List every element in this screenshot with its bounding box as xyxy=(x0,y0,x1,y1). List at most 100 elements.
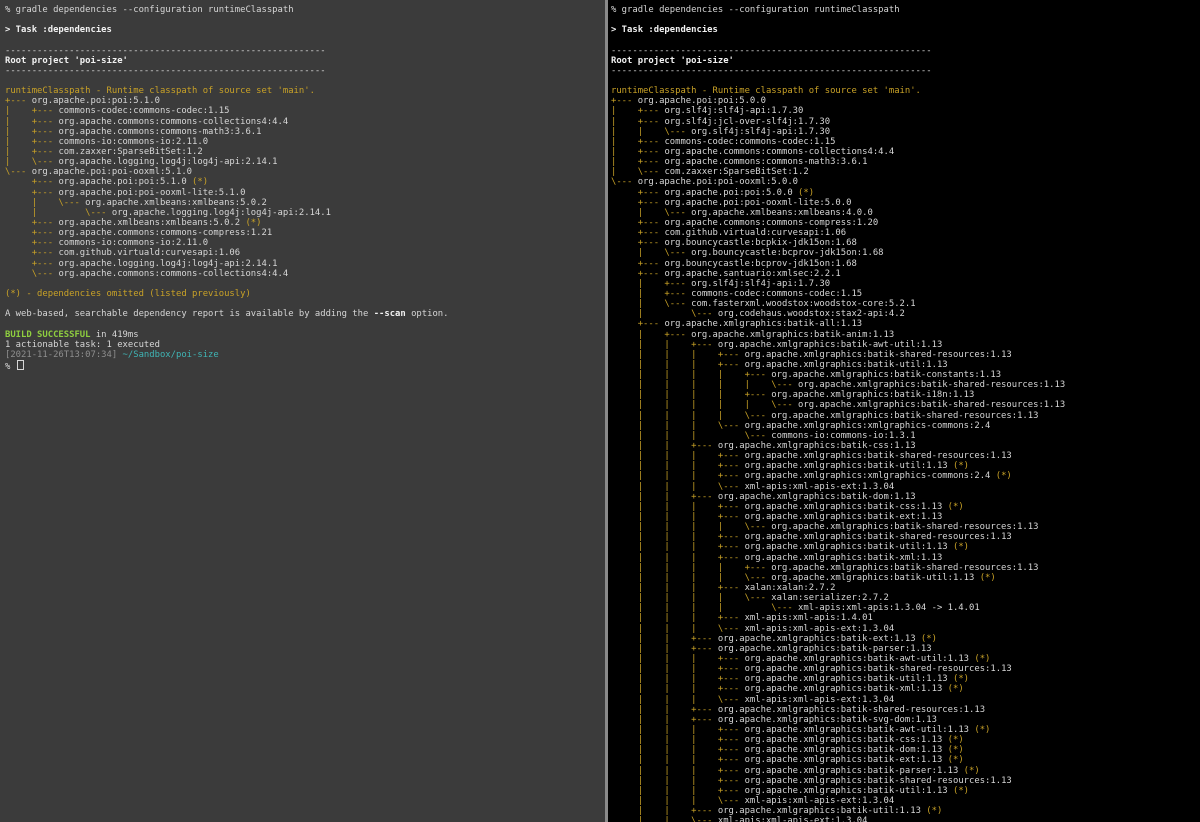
tree-connector: | | | | \--- xyxy=(611,603,799,614)
terminal-text: org.apache.xmlgraphics:xmlgraphics-commo… xyxy=(744,420,991,431)
terminal-text: org.apache.xmlgraphics:batik-shared-reso… xyxy=(771,410,1039,421)
terminal-line: | | | +--- org.apache.xmlgraphics:batik-… xyxy=(611,654,1200,664)
terminal-line: > Task :dependencies xyxy=(5,25,605,35)
omitted-marker: (*) xyxy=(947,755,964,766)
terminal-pane-left[interactable]: % gradle dependencies --configuration ru… xyxy=(0,0,605,822)
tree-connector: | | | +--- xyxy=(611,664,745,675)
terminal-line: | | | | +--- org.apache.xmlgraphics:bati… xyxy=(611,563,1200,573)
terminal-line: | +--- org.slf4j:jcl-over-slf4j:1.7.30 xyxy=(611,117,1200,127)
tree-connector: | | +--- xyxy=(611,441,718,452)
tree-connector: \--- xyxy=(611,177,638,188)
terminal-text: org.apache.xmlgraphics:batik-dom:1.13 xyxy=(717,491,916,502)
omitted-marker: (*) xyxy=(963,765,980,776)
terminal-text: org.apache.xmlgraphics:batik-constants:1… xyxy=(771,370,1002,381)
terminal-text: org.apache.poi:poi-ooxml-lite:5.0.0 xyxy=(664,197,852,208)
tree-connector: +--- xyxy=(611,187,665,198)
terminal-text: xml-apis:xml-apis-ext:1.3.04 xyxy=(744,795,895,806)
terminal-line: +--- org.apache.xmlbeans:xmlbeans:5.0.2 … xyxy=(5,218,605,228)
terminal-text: org.apache.xmlgraphics:batik-util:1.13 xyxy=(717,806,927,817)
tree-connector: | | | +--- xyxy=(611,775,745,786)
terminal-line: ----------------------------------------… xyxy=(611,46,1200,56)
terminal-line: +--- org.apache.santuario:xmlsec:2.2.1 xyxy=(611,269,1200,279)
tree-connector: +--- xyxy=(611,258,665,269)
terminal-text: Root project 'poi-size' xyxy=(5,55,128,66)
terminal-line: | | | +--- xalan:xalan:2.7.2 xyxy=(611,583,1200,593)
terminal-text: (*) - dependencies omitted (listed previ… xyxy=(5,288,251,299)
tree-connector: | | | | +--- xyxy=(611,390,772,401)
tree-connector: | | | \--- xyxy=(611,420,745,431)
terminal-line: Root project 'poi-size' xyxy=(5,56,605,66)
terminal-text: org.bouncycastle:bcpkix-jdk15on:1.68 xyxy=(664,238,857,249)
tree-connector: | | | +--- xyxy=(611,724,745,735)
terminal-text: commons-io:commons-io:2.11.0 xyxy=(58,238,209,249)
omitted-marker: (*) xyxy=(947,745,964,756)
terminal-text: org.bouncycastle:bcprov-jdk15on:1.68 xyxy=(664,258,857,269)
terminal-line: BUILD SUCCESSFUL in 419ms xyxy=(5,330,605,340)
tree-connector: | \--- xyxy=(611,167,665,178)
tree-connector: | | | +--- xyxy=(611,552,745,563)
tree-connector: | +--- xyxy=(611,329,692,340)
terminal-line: | | | | \--- org.apache.xmlgraphics:bati… xyxy=(611,573,1200,583)
terminal-text: org.apache.poi:poi-ooxml-lite:5.1.0 xyxy=(58,187,246,198)
tree-connector: | | | | +--- xyxy=(611,562,772,573)
terminal-line: 1 actionable task: 1 executed xyxy=(5,340,605,350)
terminal-text: org.apache.commons:commons-collections4:… xyxy=(58,116,289,127)
terminal-line: | +--- commons-codec:commons-codec:1.15 xyxy=(5,106,605,116)
omitted-marker: (*) xyxy=(979,572,996,583)
terminal-line: | | +--- org.apache.xmlgraphics:batik-ex… xyxy=(611,634,1200,644)
terminal-pane-right[interactable]: % gradle dependencies --configuration ru… xyxy=(608,0,1200,822)
terminal-text: org.apache.xmlgraphics:batik-shared-reso… xyxy=(744,532,1012,543)
terminal-line: | +--- commons-codec:commons-codec:1.15 xyxy=(611,289,1200,299)
terminal-line: | | | \--- xml-apis:xml-apis-ext:1.3.04 xyxy=(611,796,1200,806)
terminal-text: org.apache.xmlgraphics:batik-util:1.13 xyxy=(744,359,948,370)
terminal-line: | | | +--- org.apache.xmlgraphics:batik-… xyxy=(611,542,1200,552)
terminal-cursor xyxy=(16,359,24,370)
terminal-line: | | | +--- org.apache.xmlgraphics:batik-… xyxy=(611,725,1200,735)
tree-connector: | | +--- xyxy=(611,491,718,502)
terminal-line: | | | +--- org.apache.xmlgraphics:xmlgra… xyxy=(611,471,1200,481)
terminal-line: +--- org.apache.xmlgraphics:batik-all:1.… xyxy=(611,319,1200,329)
terminal-text: - Runtime classpath of source set 'main'… xyxy=(90,86,315,97)
tree-connector: | \--- xyxy=(5,197,86,208)
terminal-line: +--- org.apache.poi:poi:5.1.0 xyxy=(5,96,605,106)
tree-connector: | | | \--- xyxy=(611,694,745,705)
tree-connector: | +--- xyxy=(5,116,59,127)
terminal-text: org.apache.xmlgraphics:batik-shared-reso… xyxy=(771,522,1039,533)
tree-connector: | | | \--- xyxy=(611,795,745,806)
terminal-line: +--- org.apache.logging.log4j:log4j-api:… xyxy=(5,259,605,269)
terminal-line: \--- org.apache.poi:poi-ooxml:5.0.0 xyxy=(611,177,1200,187)
terminal-text: com.github.virtuald:curvesapi:1.06 xyxy=(664,228,847,239)
tree-connector: | | | +--- xyxy=(611,359,745,370)
tree-connector: +--- xyxy=(5,96,32,107)
terminal-line: +--- com.github.virtuald:curvesapi:1.06 xyxy=(611,228,1200,238)
terminal-text: commons-io:commons-io:1.3.1 xyxy=(771,430,916,441)
terminal-line: | +--- org.apache.commons:commons-math3:… xyxy=(611,157,1200,167)
terminal-text: org.apache.xmlgraphics:batik-util:1.13 xyxy=(744,674,953,685)
tree-connector: +--- xyxy=(5,248,59,259)
terminal-text: org.apache.xmlgraphics:batik-anim:1.13 xyxy=(691,329,895,340)
terminal-text: org.apache.xmlgraphics:batik-shared-reso… xyxy=(798,380,1066,391)
terminal-line: | | | +--- org.apache.xmlgraphics:batik-… xyxy=(611,786,1200,796)
terminal-text: org.apache.poi:poi-ooxml:5.0.0 xyxy=(637,177,799,188)
terminal-line: | \--- org.bouncycastle:bcprov-jdk15on:1… xyxy=(611,248,1200,258)
terminal-line: +--- org.bouncycastle:bcprov-jdk15on:1.6… xyxy=(611,259,1200,269)
terminal-text: org.apache.xmlgraphics:batik-xml:1.13 xyxy=(744,552,943,563)
terminal-text: org.apache.xmlgraphics:batik-awt-util:1.… xyxy=(744,654,975,664)
tree-connector: | | | \--- xyxy=(611,430,772,441)
terminal-line: runtimeClasspath - Runtime classpath of … xyxy=(611,86,1200,96)
tree-connector: | +--- xyxy=(611,146,665,157)
tree-connector: | | | +--- xyxy=(611,684,745,695)
terminal-line: | | \--- xml-apis:xml-apis-ext:1.3.04 xyxy=(611,816,1200,822)
tree-connector: | | | +--- xyxy=(611,785,745,796)
terminal-line: | | +--- org.apache.xmlgraphics:batik-ut… xyxy=(611,806,1200,816)
terminal-line: | +--- commons-codec:commons-codec:1.15 xyxy=(611,137,1200,147)
terminal-line: \--- org.apache.commons:commons-collecti… xyxy=(5,269,605,279)
terminal-text: --scan xyxy=(373,309,406,320)
terminal-text: commons-io:commons-io:2.11.0 xyxy=(58,136,209,147)
build-status: BUILD SUCCESSFUL xyxy=(5,329,91,340)
tree-connector: | | | | \--- xyxy=(611,410,772,421)
omitted-marker: (*) xyxy=(952,674,970,685)
terminal-text: A web-based, searchable dependency repor… xyxy=(5,309,374,320)
